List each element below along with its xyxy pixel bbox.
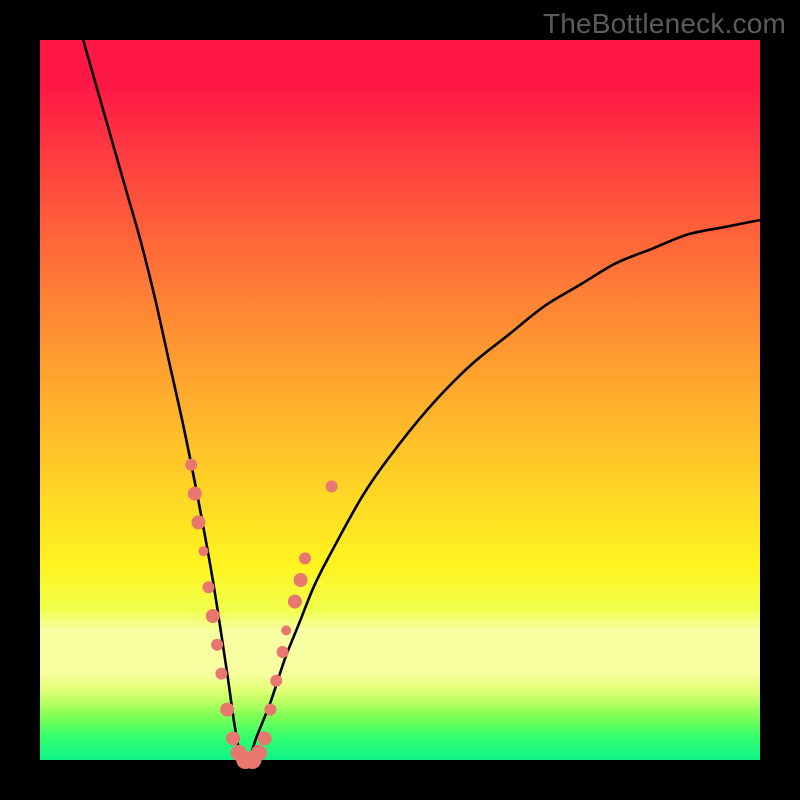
watermark-text: TheBottleneck.com xyxy=(543,8,786,40)
curve-svg xyxy=(40,40,760,760)
chart-frame: TheBottleneck.com xyxy=(0,0,800,800)
curve-marker xyxy=(251,745,267,761)
curve-marker xyxy=(206,609,220,623)
plot-area xyxy=(40,40,760,760)
bottleneck-curve xyxy=(83,40,760,764)
curve-marker xyxy=(215,668,227,680)
curve-marker xyxy=(299,552,311,564)
curve-marker xyxy=(188,487,202,501)
curve-marker xyxy=(220,703,234,717)
curve-marker xyxy=(203,581,215,593)
curve-marker xyxy=(281,625,291,635)
curve-marker xyxy=(264,704,276,716)
curve-marker xyxy=(288,595,302,609)
curve-marker xyxy=(211,639,223,651)
curve-marker xyxy=(294,573,308,587)
curve-marker xyxy=(226,731,240,745)
curve-marker xyxy=(185,459,197,471)
curve-marker xyxy=(326,480,338,492)
curve-marker xyxy=(258,731,272,745)
curve-marker xyxy=(270,675,282,687)
curve-marker xyxy=(277,646,289,658)
curve-marker xyxy=(191,515,205,529)
curve-marker xyxy=(198,546,208,556)
